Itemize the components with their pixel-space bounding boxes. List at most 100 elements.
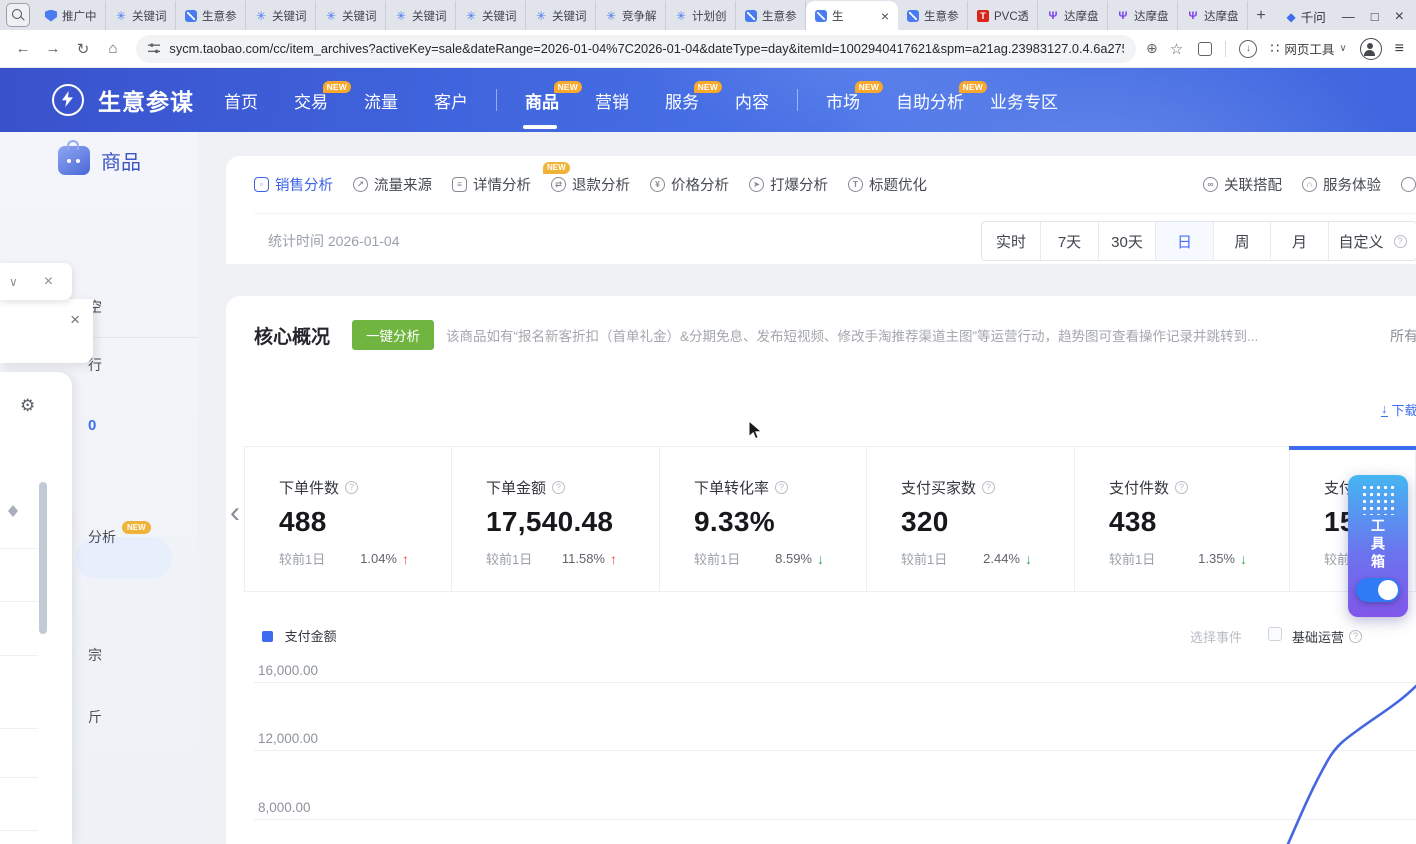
info-icon: ?: [982, 481, 995, 494]
browser-tab[interactable]: ✳关键词: [316, 1, 386, 30]
nav-item-traffic[interactable]: 流量: [364, 68, 398, 132]
browser-tab[interactable]: ✳关键词: [106, 1, 176, 30]
date-option-realtime[interactable]: 实时: [982, 222, 1040, 260]
browser-tab[interactable]: TPVC透: [968, 1, 1038, 30]
one-click-analyze-button[interactable]: 一键分析: [352, 320, 434, 350]
nav-item-marketing[interactable]: 营销: [595, 68, 629, 132]
sidebar-item-clipped[interactable]: 斤: [88, 707, 102, 727]
sidebar-item-clipped[interactable]: 宗: [88, 645, 102, 665]
download-link[interactable]: ↓ 下载: [1381, 400, 1416, 419]
browser-tab[interactable]: ✳关键词: [386, 1, 456, 30]
back-button[interactable]: ←: [8, 40, 38, 57]
menu-icon[interactable]: ≡: [1395, 40, 1404, 58]
nav-item-trade[interactable]: 交易NEW: [294, 68, 328, 132]
browser-tab[interactable]: ✳关键词: [456, 1, 526, 30]
metric-card[interactable]: 支付件数?438较前1日1.35%↓: [1075, 447, 1290, 591]
link-related-match[interactable]: ∞关联搭配: [1203, 174, 1282, 195]
brand-title[interactable]: 生意参谋: [98, 83, 194, 117]
tab-title-optimization[interactable]: T标题优化: [848, 174, 927, 195]
collapse-chevron-icon[interactable]: ∨: [9, 275, 18, 289]
damopan-favicon-icon: Ψ: [1187, 10, 1199, 22]
date-option-day[interactable]: 日: [1155, 222, 1213, 260]
sycm-logo-icon[interactable]: [52, 84, 84, 116]
downloads-icon[interactable]: ↓: [1239, 40, 1257, 58]
metric-value: 488: [279, 506, 451, 538]
browser-tab[interactable]: ✳关键词: [526, 1, 596, 30]
tab-label: 生: [832, 8, 876, 24]
address-bar[interactable]: sycm.taobao.com/cc/item_archives?activeK…: [136, 35, 1136, 63]
tab-search-button[interactable]: [6, 3, 30, 27]
nav-item-market[interactable]: 市场NEW: [826, 68, 860, 132]
browser-tab[interactable]: 生意参: [176, 1, 246, 30]
sidebar-item-clipped-active[interactable]: 0: [88, 417, 96, 434]
base-ops-label: 基础运营?: [1292, 627, 1362, 646]
tab-label: 推广中: [62, 8, 96, 24]
close-icon[interactable]: ×: [44, 274, 53, 290]
payment-amount-line-chart[interactable]: [1240, 660, 1416, 844]
tab-traffic-source[interactable]: ↗流量来源: [353, 174, 432, 195]
nav-item-content[interactable]: 内容: [735, 68, 769, 132]
browser-tab[interactable]: 生×: [806, 1, 898, 30]
link-service-experience[interactable]: ∩服务体验: [1302, 174, 1381, 195]
webtools-menu[interactable]: ∷ 网页工具 ∨: [1270, 39, 1346, 58]
qianwen-extension-button[interactable]: ◆ 千问: [1287, 7, 1326, 26]
extensions-puzzle-icon[interactable]: [1198, 42, 1212, 56]
date-option-custom[interactable]: 自定义?: [1328, 222, 1416, 260]
browser-tab[interactable]: Ψ达摩盘: [1178, 1, 1248, 30]
maximize-button[interactable]: □: [1371, 10, 1379, 23]
browser-tab[interactable]: Ψ达摩盘: [1038, 1, 1108, 30]
tab-detail-analysis[interactable]: ≡详情分析: [452, 174, 531, 195]
clipped-link-icon[interactable]: [1401, 177, 1416, 192]
date-option-30d[interactable]: 30天: [1098, 222, 1155, 260]
base-ops-checkbox[interactable]: [1268, 627, 1282, 641]
cards-prev-arrow[interactable]: ‹: [230, 498, 240, 528]
date-option-week[interactable]: 周: [1213, 222, 1270, 260]
all-terms-link-clipped[interactable]: 所有: [1390, 326, 1416, 346]
browser-tab[interactable]: Ψ达摩盘: [1108, 1, 1178, 30]
nav-item-business-zone[interactable]: 业务专区: [990, 68, 1058, 132]
tab-explosive-analysis[interactable]: ➤打爆分析: [749, 174, 828, 195]
minimize-button[interactable]: —: [1342, 10, 1355, 23]
new-badge: NEW: [122, 521, 151, 534]
forward-button[interactable]: →: [38, 40, 68, 57]
nav-item-self-analysis[interactable]: 自助分析NEW: [896, 68, 964, 132]
browser-tab[interactable]: ✳关键词: [246, 1, 316, 30]
scrollbar-thumb[interactable]: [39, 482, 47, 634]
metric-card[interactable]: 支付买家数?320较前1日2.44%↓: [867, 447, 1075, 591]
reload-button[interactable]: ↻: [68, 40, 98, 58]
browser-tab[interactable]: ✳竞争解: [596, 1, 666, 30]
tab-sales-analysis[interactable]: ▫销售分析: [254, 174, 333, 195]
zoom-page-icon[interactable]: ⊕: [1146, 40, 1158, 57]
nav-item-home[interactable]: 首页: [224, 68, 258, 132]
toolbox-floater[interactable]: 工具箱: [1348, 475, 1408, 617]
new-tab-button[interactable]: +: [1248, 3, 1274, 29]
profile-avatar[interactable]: [1360, 38, 1382, 60]
sidebar-item-clipped[interactable]: 分析: [88, 527, 116, 547]
metric-label-row: 下单金额?: [486, 477, 659, 498]
bookmark-star-icon[interactable]: ☆: [1170, 40, 1183, 58]
browser-tab[interactable]: ✳计划创: [666, 1, 736, 30]
metric-card[interactable]: 下单金额?17,540.48较前1日11.58%↑: [452, 447, 660, 591]
gear-icon[interactable]: ⚙: [20, 396, 35, 416]
toolbox-toggle-on[interactable]: [1356, 578, 1400, 602]
tabs-panel: ▫销售分析 ↗流量来源 ≡详情分析 NEW ⇄退款分析 ¥价格分析 ➤打爆分析 …: [226, 156, 1416, 264]
tab-price-analysis[interactable]: ¥价格分析: [650, 174, 729, 195]
date-option-7d[interactable]: 7天: [1040, 222, 1098, 260]
browser-tab[interactable]: 生意参: [736, 1, 806, 30]
tab-refund-analysis[interactable]: NEW ⇄退款分析: [551, 174, 630, 195]
metric-change: 11.58%↑: [562, 549, 617, 568]
date-option-month[interactable]: 月: [1270, 222, 1328, 260]
sort-icon[interactable]: [8, 500, 18, 516]
browser-tab[interactable]: 推广中: [36, 1, 106, 30]
y-axis-tick: 8,000.00: [258, 800, 311, 815]
close-icon[interactable]: ×: [70, 311, 80, 328]
nav-item-customer[interactable]: 客户: [434, 68, 468, 132]
metric-card[interactable]: 下单转化率?9.33%较前1日8.59%↓: [660, 447, 867, 591]
metric-card[interactable]: 下单件数?488较前1日1.04%↑: [245, 447, 452, 591]
browser-tab[interactable]: 生意参: [898, 1, 968, 30]
tab-close-icon[interactable]: ×: [881, 9, 889, 23]
nav-item-product[interactable]: 商品NEW: [525, 68, 559, 132]
close-window-button[interactable]: ×: [1395, 9, 1404, 25]
home-button[interactable]: ⌂: [98, 40, 128, 57]
nav-item-service[interactable]: 服务NEW: [665, 68, 699, 132]
